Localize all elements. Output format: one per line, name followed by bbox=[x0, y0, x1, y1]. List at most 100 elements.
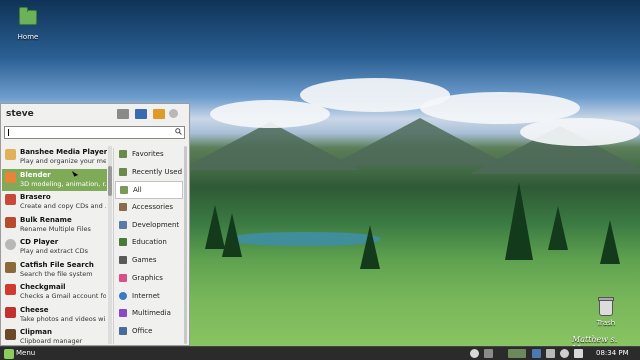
cheese-icon bbox=[5, 306, 16, 318]
category-label: Multimedia bbox=[132, 309, 171, 318]
tree bbox=[548, 206, 568, 250]
blender-icon bbox=[5, 171, 16, 183]
application-menu: steve Banshee Media Player Play and orga… bbox=[0, 103, 190, 346]
category-development[interactable]: Development bbox=[115, 217, 183, 235]
graphics-icon bbox=[119, 273, 127, 282]
category-label: Games bbox=[132, 256, 157, 265]
category-label: Accessories bbox=[132, 203, 174, 212]
category-label: Graphics bbox=[132, 273, 163, 282]
app-item-clipman[interactable]: Clipman Clipboard manager bbox=[2, 326, 107, 346]
category-list: Favorites Recently Used All Accessories … bbox=[115, 146, 183, 346]
recent-icon bbox=[119, 167, 127, 176]
category-internet[interactable]: Internet bbox=[115, 288, 183, 306]
multimedia-icon bbox=[119, 309, 127, 318]
menu-header: steve bbox=[1, 104, 189, 126]
tree bbox=[600, 220, 620, 264]
checkgmail-icon bbox=[5, 284, 16, 295]
tree bbox=[505, 182, 533, 260]
bottom-panel: Menu 08:34 PM bbox=[0, 346, 640, 360]
update-icon[interactable] bbox=[546, 349, 555, 358]
scroll-thumb[interactable] bbox=[108, 166, 112, 196]
category-recently-used[interactable]: Recently Used bbox=[115, 164, 183, 182]
app-description: Checks a Gmail account for... bbox=[20, 292, 106, 300]
download-icon[interactable] bbox=[153, 109, 165, 119]
menu-button-label: Menu bbox=[16, 349, 36, 357]
notification-icon[interactable] bbox=[484, 349, 493, 358]
category-accessories[interactable]: Accessories bbox=[115, 199, 183, 217]
category-label: Recently Used bbox=[132, 167, 183, 176]
tree bbox=[360, 225, 380, 269]
display-icon[interactable] bbox=[532, 349, 541, 358]
trash-desktop-icon[interactable]: Trash bbox=[594, 297, 618, 327]
category-multimedia[interactable]: Multimedia bbox=[115, 305, 183, 323]
app-item-bulk-rename[interactable]: Bulk Rename Rename Multiple Files bbox=[2, 214, 107, 237]
computer-icon[interactable] bbox=[117, 109, 129, 119]
development-icon bbox=[119, 220, 127, 229]
app-name: Checkgmail bbox=[20, 283, 66, 291]
banshee-icon bbox=[5, 149, 16, 160]
category-scrollbar[interactable] bbox=[184, 146, 187, 344]
folder-icon bbox=[19, 7, 37, 25]
app-description: Play and extract CDs bbox=[20, 247, 88, 255]
app-item-cheese[interactable]: Cheese Take photos and videos wi... bbox=[2, 304, 107, 327]
app-description: Clipboard manager bbox=[20, 337, 83, 345]
trash-icon bbox=[598, 297, 614, 316]
app-name: Brasero bbox=[20, 193, 51, 201]
games-icon bbox=[119, 256, 127, 265]
category-label: All bbox=[133, 186, 142, 195]
volume-icon[interactable] bbox=[574, 349, 583, 358]
settings-icon[interactable] bbox=[169, 109, 178, 118]
search-input[interactable] bbox=[4, 126, 185, 139]
app-name: Bulk Rename bbox=[20, 215, 72, 224]
category-label: Internet bbox=[132, 291, 160, 300]
cd-player-icon bbox=[5, 239, 16, 250]
app-description: 3D modeling, animation, r... bbox=[20, 179, 106, 188]
clock[interactable]: 08:34 PM bbox=[596, 349, 629, 357]
home-label: Home bbox=[17, 33, 39, 41]
education-icon bbox=[119, 238, 127, 247]
cloud bbox=[520, 118, 640, 146]
category-all[interactable]: All bbox=[115, 181, 183, 200]
category-label: Development bbox=[132, 220, 180, 229]
divider bbox=[113, 148, 114, 344]
app-description: Search the file system bbox=[20, 269, 93, 278]
lake bbox=[230, 232, 380, 246]
app-name: CD Player bbox=[20, 238, 59, 246]
app-description: Play and organize your me... bbox=[20, 157, 106, 165]
app-item-catfish[interactable]: Catfish File Search Search the file syst… bbox=[2, 259, 107, 282]
app-item-brasero[interactable]: Brasero Create and copy CDs and ... bbox=[2, 191, 107, 214]
app-item-checkgmail[interactable]: Checkgmail Checks a Gmail account for... bbox=[2, 281, 107, 304]
category-graphics[interactable]: Graphics bbox=[115, 270, 183, 288]
search-icon[interactable] bbox=[175, 128, 182, 135]
app-list-scrollbar[interactable] bbox=[108, 146, 112, 344]
category-games[interactable]: Games bbox=[115, 252, 183, 270]
app-description: Rename Multiple Files bbox=[20, 224, 91, 233]
app-description: Take photos and videos wi... bbox=[20, 314, 106, 323]
app-name: Clipman bbox=[20, 328, 52, 336]
system-tray bbox=[470, 349, 590, 358]
clipman-icon bbox=[5, 329, 16, 340]
category-label: Office bbox=[132, 326, 153, 335]
text-caret bbox=[8, 129, 9, 136]
catfish-icon bbox=[5, 261, 16, 273]
app-name: Blender bbox=[20, 170, 51, 179]
all-icon bbox=[120, 186, 128, 195]
app-item-blender[interactable]: Blender 3D modeling, animation, r... bbox=[2, 168, 107, 191]
app-item-banshee[interactable]: Banshee Media Player Play and organize y… bbox=[2, 146, 107, 169]
desktop-icon[interactable] bbox=[135, 109, 147, 119]
mint-logo-icon bbox=[4, 349, 14, 359]
workspace-switcher[interactable] bbox=[508, 349, 526, 358]
application-list: Banshee Media Player Play and organize y… bbox=[2, 146, 107, 346]
category-favorites[interactable]: Favorites bbox=[115, 146, 183, 164]
trash-label: Trash bbox=[596, 319, 616, 327]
category-education[interactable]: Education bbox=[115, 234, 183, 252]
home-desktop-icon[interactable]: Home bbox=[16, 7, 40, 41]
app-name: Catfish File Search bbox=[20, 260, 94, 269]
category-office[interactable]: Office bbox=[115, 323, 183, 341]
settings-gear-icon[interactable] bbox=[560, 349, 569, 358]
tree bbox=[222, 213, 242, 257]
menu-button[interactable]: Menu bbox=[2, 348, 35, 359]
brasero-icon bbox=[5, 194, 16, 205]
network-icon[interactable] bbox=[470, 349, 479, 358]
app-item-cd-player[interactable]: CD Player Play and extract CDs bbox=[2, 236, 107, 259]
